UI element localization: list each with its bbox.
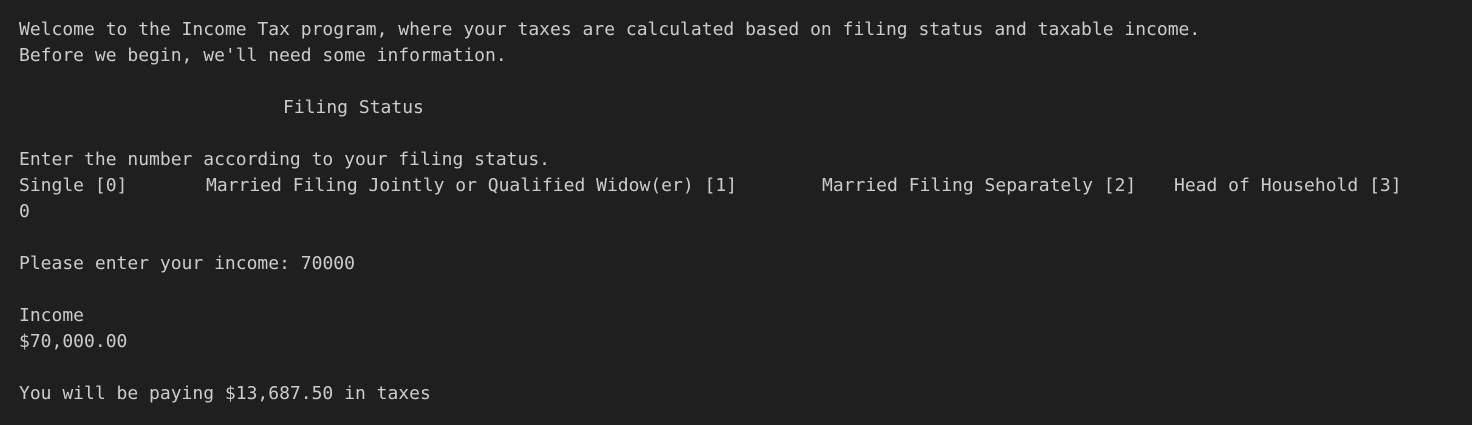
- welcome-line: Welcome to the Income Tax program, where…: [19, 19, 1201, 40]
- intro-line: Before we begin, we'll need some informa…: [19, 45, 507, 66]
- filing-status-prompt: Enter the number according to your filin…: [19, 149, 551, 170]
- terminal-output[interactable]: Welcome to the Income Tax program, where…: [0, 0, 1472, 425]
- income-value: $70,000.00: [19, 331, 128, 352]
- tax-result-line: You will be paying $13,687.50 in taxes: [19, 383, 431, 404]
- income-input: 70000: [300, 253, 355, 274]
- income-prompt-line: Please enter your income: 70000: [19, 251, 355, 277]
- filing-option-single: Single [0]: [19, 175, 128, 196]
- filing-option-married-jointly: Married Filing Jointly or Qualified Wido…: [206, 175, 738, 196]
- filing-status-title: Filing Status: [283, 97, 424, 118]
- filing-option-married-separately: Married Filing Separately [2]: [822, 175, 1137, 196]
- filing-option-head-of-household: Head of Household [3]: [1174, 175, 1402, 196]
- filing-status-input: 0: [19, 201, 30, 222]
- income-label: Income: [19, 305, 85, 326]
- income-prompt: Please enter your income:: [19, 253, 301, 274]
